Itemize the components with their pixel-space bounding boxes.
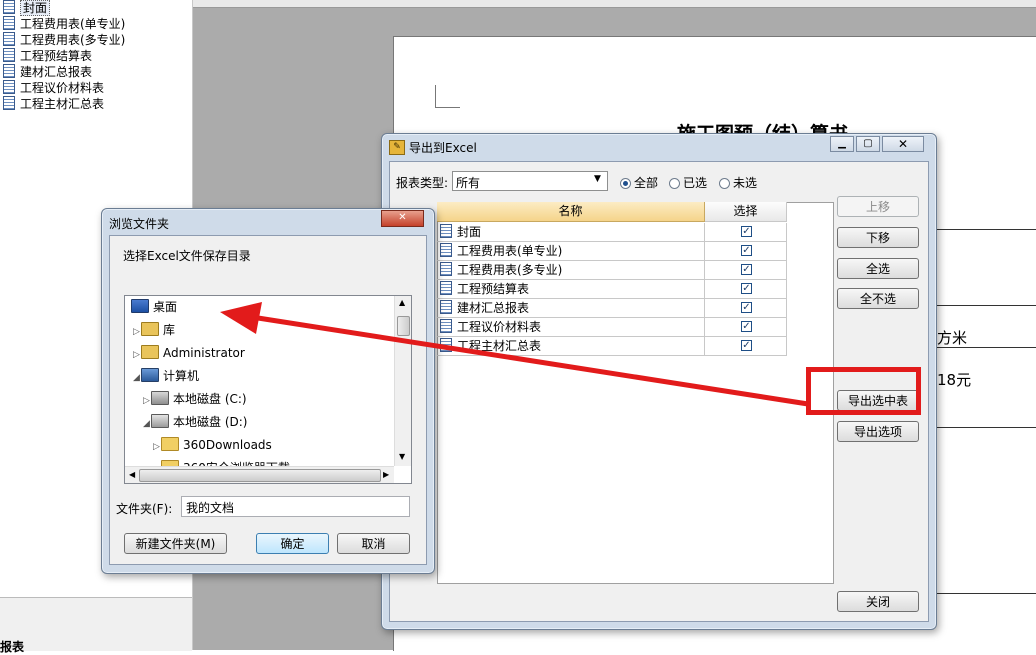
annotation-arrow bbox=[220, 302, 809, 407]
arrow-head-icon bbox=[220, 302, 262, 334]
arrow-shaft bbox=[257, 315, 809, 407]
